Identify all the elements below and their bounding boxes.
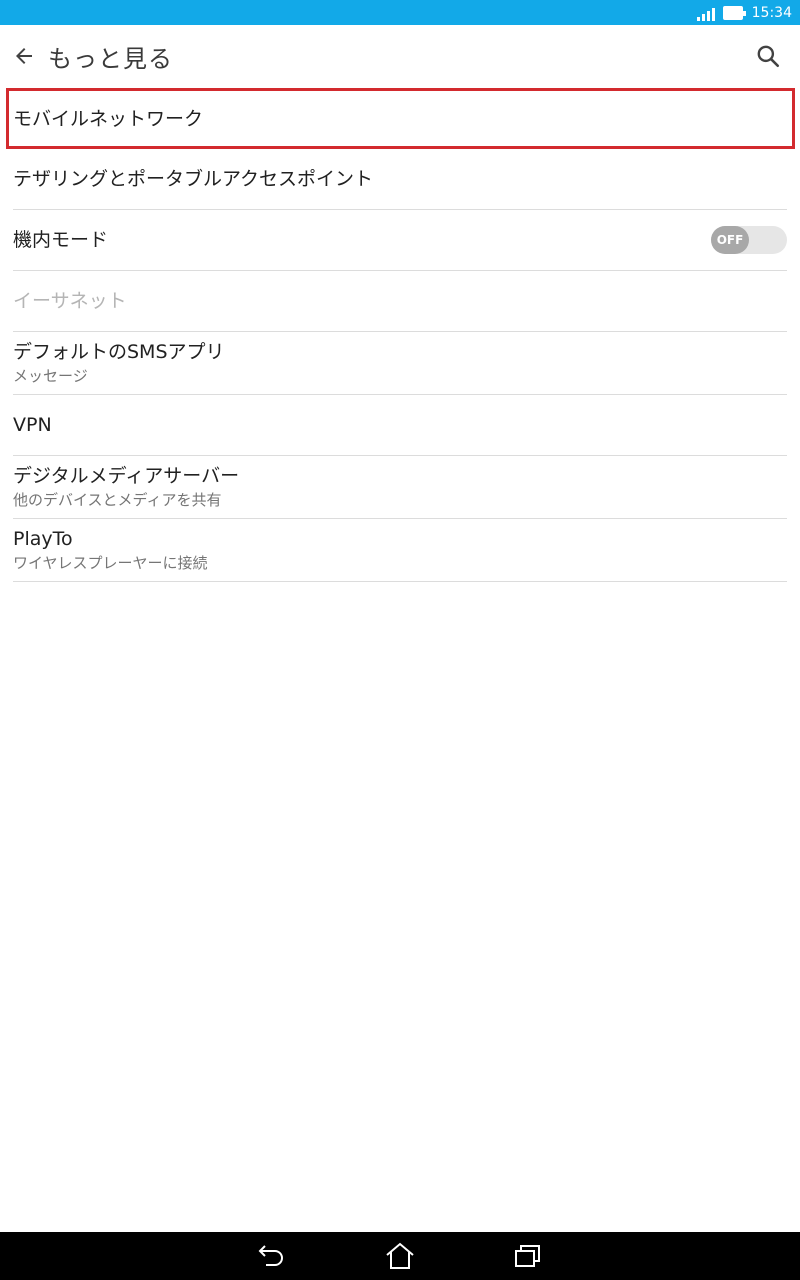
battery-icon	[722, 5, 746, 20]
item-summary: メッセージ	[13, 367, 88, 385]
toggle-knob: OFF	[711, 226, 749, 254]
item-title: テザリングとポータブルアクセスポイント	[13, 168, 374, 190]
item-title: モバイルネットワーク	[13, 107, 204, 130]
list-item-mobile-network[interactable]: モバイルネットワーク	[6, 88, 795, 149]
navigation-bar	[0, 1232, 800, 1280]
nav-home-icon	[386, 1242, 414, 1269]
settings-list: モバイルネットワーク テザリングとポータブルアクセスポイント 機内モード OFF…	[0, 88, 800, 582]
list-item-tethering[interactable]: テザリングとポータブルアクセスポイント	[13, 149, 787, 210]
list-item-airplane-mode[interactable]: 機内モード OFF	[13, 210, 787, 271]
arrow-back-icon	[16, 48, 32, 64]
search-icon	[757, 45, 780, 68]
item-title: デフォルトのSMSアプリ	[13, 341, 225, 363]
app-bar: もっと見る	[0, 25, 800, 87]
search-button[interactable]	[744, 32, 792, 80]
list-item-vpn[interactable]: VPN	[13, 395, 787, 456]
item-title: デジタルメディアサーバー	[13, 465, 240, 487]
item-title: 機内モード	[13, 229, 109, 251]
item-title: イーサネット	[13, 290, 127, 312]
item-summary: ワイヤレスプレーヤーに接続	[13, 554, 208, 572]
status-bar: 15:34	[0, 0, 800, 25]
list-item-digital-media-server[interactable]: デジタルメディアサーバー 他のデバイスとメディアを共有	[13, 456, 787, 519]
page-title: もっと見る	[48, 44, 173, 73]
nav-recents-icon	[515, 1245, 540, 1267]
nav-back-icon	[258, 1245, 283, 1266]
nav-recents-button[interactable]	[500, 1232, 556, 1280]
status-time: 15:34	[751, 4, 792, 21]
airplane-mode-toggle[interactable]: OFF	[711, 226, 787, 254]
list-item-playto[interactable]: PlayTo ワイヤレスプレーヤーに接続	[13, 519, 787, 582]
list-item-ethernet: イーサネット	[13, 271, 787, 332]
item-title: VPN	[13, 414, 52, 436]
item-summary: 他のデバイスとメディアを共有	[13, 491, 222, 509]
nav-home-button[interactable]	[372, 1232, 428, 1280]
back-button[interactable]	[0, 25, 48, 87]
signal-icon	[696, 5, 715, 21]
nav-back-button[interactable]	[244, 1232, 300, 1280]
list-item-default-sms[interactable]: デフォルトのSMSアプリ メッセージ	[13, 332, 787, 395]
item-title: PlayTo	[13, 528, 73, 550]
